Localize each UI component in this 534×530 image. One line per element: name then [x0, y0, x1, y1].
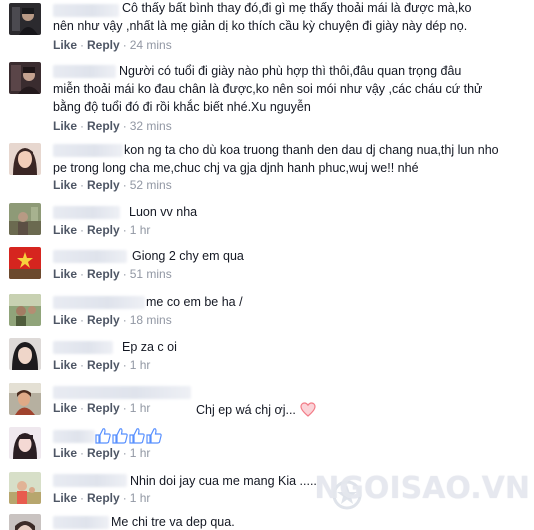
like-link[interactable]: Like: [53, 313, 77, 327]
comment-timestamp[interactable]: 18 mins: [130, 313, 172, 327]
comment-item: Like · Reply · 1 hr: [0, 424, 534, 466]
like-link[interactable]: Like: [53, 38, 77, 52]
comment-timestamp[interactable]: 24 mins: [130, 38, 172, 52]
commenter-name[interactable]: [53, 474, 127, 487]
reply-link[interactable]: Reply: [87, 223, 120, 237]
comment-actions: Like · Reply · 52 mins: [53, 178, 172, 192]
comment-item: Me chi tre va dep qua.: [0, 512, 534, 530]
like-link[interactable]: Like: [53, 119, 77, 133]
comment-timestamp[interactable]: 32 mins: [130, 119, 172, 133]
comment-feed: Cô thấy bất bình thay đó,đi gì mẹ thấy t…: [0, 0, 534, 530]
commenter-name[interactable]: [53, 341, 113, 354]
comment-actions: Like · Reply · 24 mins: [53, 38, 172, 52]
comment-text: Cô thấy bất bình thay đó,đi gì mẹ thấy t…: [53, 1, 472, 33]
like-link[interactable]: Like: [53, 223, 77, 237]
heart-icon: [300, 402, 316, 422]
commenter-avatar[interactable]: [9, 247, 41, 279]
comment-actions: Like · Reply · 1 hr: [53, 358, 151, 372]
comment-timestamp[interactable]: 1 hr: [130, 491, 151, 505]
thumbs-up-icon: [112, 428, 128, 444]
comment-text: Ep za c oi: [122, 340, 177, 354]
thumbs-up-sticker-group: [95, 427, 163, 444]
reply-link[interactable]: Reply: [87, 313, 120, 327]
comment-text: Giong 2 chy em qua: [132, 249, 244, 263]
comment-text: Người có tuổi đi giày nào phù hợp thì th…: [53, 64, 483, 114]
reply-link[interactable]: Reply: [87, 401, 120, 415]
comment-item: kon ng ta cho dù koa truong thanh den da…: [0, 139, 534, 197]
commenter-name[interactable]: [53, 296, 145, 309]
reply-link[interactable]: Reply: [87, 178, 120, 192]
like-link[interactable]: Like: [53, 491, 77, 505]
comment-actions: Like · Reply · 1 hr: [53, 223, 151, 237]
thumbs-up-icon: [95, 428, 111, 444]
comment-text-content: Chj ep wá chj ơj...: [196, 403, 296, 417]
comment-actions: Like · Reply · 51 mins: [53, 267, 172, 281]
like-link[interactable]: Like: [53, 358, 77, 372]
commenter-avatar[interactable]: [9, 514, 41, 530]
reply-link[interactable]: Reply: [87, 267, 120, 281]
like-link[interactable]: Like: [53, 446, 77, 460]
comment-actions: Like · Reply · 32 mins: [53, 119, 172, 133]
comment-timestamp[interactable]: 52 mins: [130, 178, 172, 192]
reply-link[interactable]: Reply: [87, 38, 120, 52]
comment-text: Me chi tre va dep qua.: [111, 515, 235, 529]
commenter-avatar[interactable]: [9, 338, 41, 370]
comment-text: me co em be ha /: [146, 295, 243, 309]
commenter-name[interactable]: [53, 250, 127, 263]
commenter-avatar[interactable]: [9, 472, 41, 504]
comment-item: Ep za c oi Like · Reply · 1 hr: [0, 335, 534, 377]
comment-item: me co em be ha / Like · Reply · 18 mins: [0, 290, 534, 332]
comment-text: Chj ep wá chj ơj...: [196, 383, 346, 422]
comment-item: Giong 2 chy em qua Like · Reply · 51 mins: [0, 245, 534, 287]
comment-item: Luon vv nha Like · Reply · 1 hr: [0, 200, 534, 242]
thumbs-up-icon: [146, 428, 162, 444]
comment-timestamp[interactable]: 1 hr: [130, 358, 151, 372]
commenter-avatar[interactable]: [9, 143, 41, 175]
reply-link[interactable]: Reply: [87, 119, 120, 133]
comment-item: Chj ep wá chj ơj... Like · Reply · 1 hr: [0, 380, 534, 422]
comment-timestamp[interactable]: 1 hr: [130, 401, 151, 415]
thumbs-up-icon: [129, 428, 145, 444]
commenter-avatar[interactable]: [9, 203, 41, 235]
comment-actions: Like · Reply · 18 mins: [53, 313, 172, 327]
comment-timestamp[interactable]: 51 mins: [130, 267, 172, 281]
comment-text: Luon vv nha: [129, 205, 198, 219]
commenter-avatar[interactable]: [9, 427, 41, 459]
commenter-name[interactable]: [53, 206, 120, 219]
comment-timestamp[interactable]: 1 hr: [130, 223, 151, 237]
commenter-name[interactable]: [53, 386, 191, 399]
commenter-name[interactable]: [53, 430, 95, 443]
comment-actions: Like · Reply · 1 hr: [53, 446, 151, 460]
like-link[interactable]: Like: [53, 267, 77, 281]
comment-text: kon ng ta cho dù koa truong thanh den da…: [53, 143, 499, 175]
commenter-avatar[interactable]: [9, 383, 41, 415]
comment-item: Nhin doi jay cua me mang Kia ..... Like ·…: [0, 469, 534, 511]
reply-link[interactable]: Reply: [87, 358, 120, 372]
comment-actions: Like · Reply · 1 hr: [53, 401, 151, 415]
reply-link[interactable]: Reply: [87, 491, 120, 505]
commenter-avatar[interactable]: [9, 294, 41, 326]
comment-actions: Like · Reply · 1 hr: [53, 491, 151, 505]
like-link[interactable]: Like: [53, 401, 77, 415]
commenter-name[interactable]: [53, 516, 109, 529]
comment-text: Nhin doi jay cua me mang Kia .....: [130, 474, 317, 488]
comment-item: Người có tuổi đi giày nào phù hợp thì th…: [0, 60, 534, 138]
comment-item: Cô thấy bất bình thay đó,đi gì mẹ thấy t…: [0, 0, 534, 58]
comment-timestamp[interactable]: 1 hr: [130, 446, 151, 460]
reply-link[interactable]: Reply: [87, 446, 120, 460]
like-link[interactable]: Like: [53, 178, 77, 192]
commenter-avatar[interactable]: [9, 62, 41, 94]
commenter-avatar[interactable]: [9, 3, 41, 35]
